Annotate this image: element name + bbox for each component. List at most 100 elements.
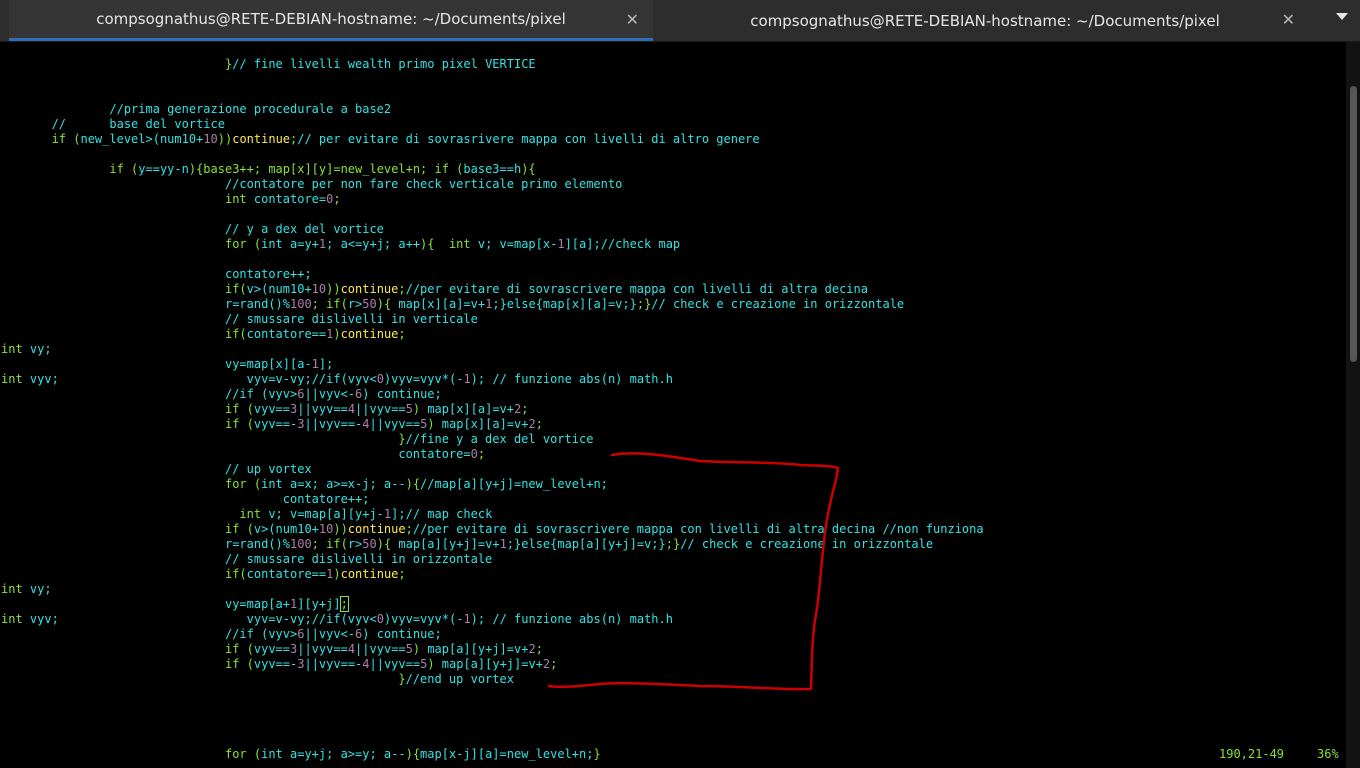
- code-line: //prima generazione procedurale a base2: [1, 102, 391, 117]
- code-line: if (vyv==-3||vyv==-4||vyv==5) map[a][y+j…: [1, 657, 557, 672]
- code-token: // y a dex del vortice: [224, 222, 384, 236]
- code-token: )vyv=vyv*(-: [383, 612, 464, 626]
- code-line: }//fine y a dex del vortice: [1, 432, 593, 447]
- code-token: vyv==: [253, 402, 290, 416]
- code-token: v; v=map[x-: [477, 237, 558, 251]
- code-token: ){: [376, 297, 399, 311]
- code-token: 10: [203, 132, 218, 146]
- code-line: int v; v=map[a][y+j-1];// map check: [1, 507, 492, 522]
- code-line: // smussare dislivelli in verticale: [1, 312, 478, 327]
- code-token: vyv=v-vy;: [246, 372, 312, 386]
- code-line: //if (vyv>6||vyv<-6) continue;: [1, 387, 442, 402]
- code-line: vy=map[a+1][y+j];: [1, 596, 349, 612]
- code-token: y==yy-n: [138, 162, 189, 176]
- code-token: ) continue;: [362, 627, 442, 641]
- code-token: r=rand()%: [224, 297, 290, 311]
- code-token: if (: [1, 132, 81, 146]
- chevron-down-icon[interactable]: [1336, 13, 1348, 20]
- code-token: //per evitare di sovrascrivere mappa con…: [412, 522, 984, 536]
- scroll-percent: 36%: [1317, 747, 1339, 761]
- code-token: ;}else{: [506, 537, 558, 551]
- code-token: ||vyv==: [355, 642, 406, 656]
- code-token: ||vyv==: [297, 642, 348, 656]
- code-token: //if (vyv>: [224, 387, 298, 401]
- code-token: ];: [318, 357, 334, 371]
- scrollbar[interactable]: [1346, 42, 1360, 768]
- code-token: if (: [1, 657, 254, 671]
- code-token: 50: [362, 297, 377, 311]
- code-token: v>(num10+: [253, 522, 319, 536]
- code-token: r=rand()%: [224, 537, 290, 551]
- tab-terminal-2[interactable]: compsognathus@RETE-DEBIAN-hostname: ~/Do…: [655, 0, 1315, 41]
- code-token: ;: [535, 417, 543, 431]
- code-token: ){ int: [420, 237, 478, 251]
- text-cursor: ;: [339, 596, 349, 612]
- code-line: // base del vortice: [1, 117, 225, 132]
- close-icon[interactable]: ✕: [626, 11, 639, 29]
- code-line: //if (vyv>6||vyv<-6) continue;: [1, 627, 442, 642]
- code-token: map[a][y+j]=v;}: [557, 537, 666, 551]
- code-token: if (: [1, 417, 254, 431]
- code-token: ): [333, 327, 341, 341]
- code-token: ||vyv==: [369, 417, 421, 431]
- code-token: //per evitare di sovrascrivere mappa con…: [405, 282, 868, 296]
- code-token: ;: [535, 642, 543, 656]
- code-token: map[x][a]=v+: [427, 402, 515, 416]
- code-token: for (: [1, 477, 262, 491]
- scrollbar-thumb[interactable]: [1350, 86, 1357, 362]
- code-token: vy=map[a+: [224, 597, 290, 611]
- code-token: vy;: [29, 582, 52, 596]
- code-token: v; v=map[a][y+j-: [268, 507, 384, 521]
- code-token: ){: [521, 162, 536, 176]
- code-token: 10: [311, 282, 327, 296]
- code-token: //end up vortex: [405, 672, 514, 686]
- code-token: 1: [463, 372, 471, 386]
- code-token: ;: [477, 447, 486, 461]
- code-token: )vyv=vyv*(-: [383, 372, 464, 386]
- code-token: // smussare dislivelli in orizzontale: [224, 552, 493, 566]
- code-token: //if(vyv<: [311, 612, 377, 626]
- code-token: ;: [550, 657, 558, 671]
- code-token: ||vyv==-: [304, 657, 363, 671]
- code-token: continue: [340, 327, 399, 341]
- code-token: 4: [362, 657, 370, 671]
- code-token: //contatore per non fare check verticale…: [224, 177, 623, 191]
- code-line: r=rand()%100; if(r>50){ map[x][a]=v+1;}e…: [1, 297, 904, 312]
- code-token: 1: [557, 237, 565, 251]
- code-token: if (: [1, 642, 254, 656]
- code-token: // check e creazione in orizzontale: [651, 297, 905, 311]
- code-token: //if(vyv<: [311, 372, 377, 386]
- close-icon[interactable]: ✕: [1282, 11, 1295, 29]
- code-line: for (int a=y+j; a>=y; a--){map[x-j][a]=n…: [1, 747, 601, 762]
- code-token: // check e creazione in orizzontale: [680, 537, 934, 551]
- code-token: ;}else{: [492, 297, 543, 311]
- code-line: r=rand()%100; if(r>50){ map[a][y+j]=v+1;…: [1, 537, 933, 552]
- code-line: int vy;: [1, 342, 52, 357]
- code-token: ][a];: [564, 237, 601, 251]
- tab-terminal-1[interactable]: compsognathus@RETE-DEBIAN-hostname: ~/Do…: [9, 0, 653, 41]
- code-token: if(: [1, 282, 247, 296]
- tab-bar: compsognathus@RETE-DEBIAN-hostname: ~/Do…: [0, 0, 1360, 42]
- code-token: 5: [405, 402, 413, 416]
- terminal-editor[interactable]: } // fine livelli wealth primo pixel VERT…: [0, 42, 1346, 768]
- code-token: ||vyv<-: [304, 387, 356, 401]
- code-token: ): [412, 642, 428, 656]
- code-line: for (int a=x; a>=x-j; a--){//map[a][y+j]…: [1, 477, 608, 492]
- code-token: int: [1, 507, 269, 521]
- code-token: )): [333, 522, 348, 536]
- code-token: int: [1, 192, 254, 206]
- code-token: map[a][y+j]=v+: [441, 657, 543, 671]
- code-token: contatore==: [246, 327, 327, 341]
- code-token: contatore=: [253, 192, 327, 206]
- code-line: // y a dex del vortice: [1, 222, 384, 237]
- code-token: ; a<=y+j; a++: [326, 237, 421, 251]
- code-token: ||vyv==: [369, 657, 421, 671]
- code-token: 2: [528, 642, 536, 656]
- code-line: }// fine livelli wealth primo pixel VERT…: [1, 57, 536, 72]
